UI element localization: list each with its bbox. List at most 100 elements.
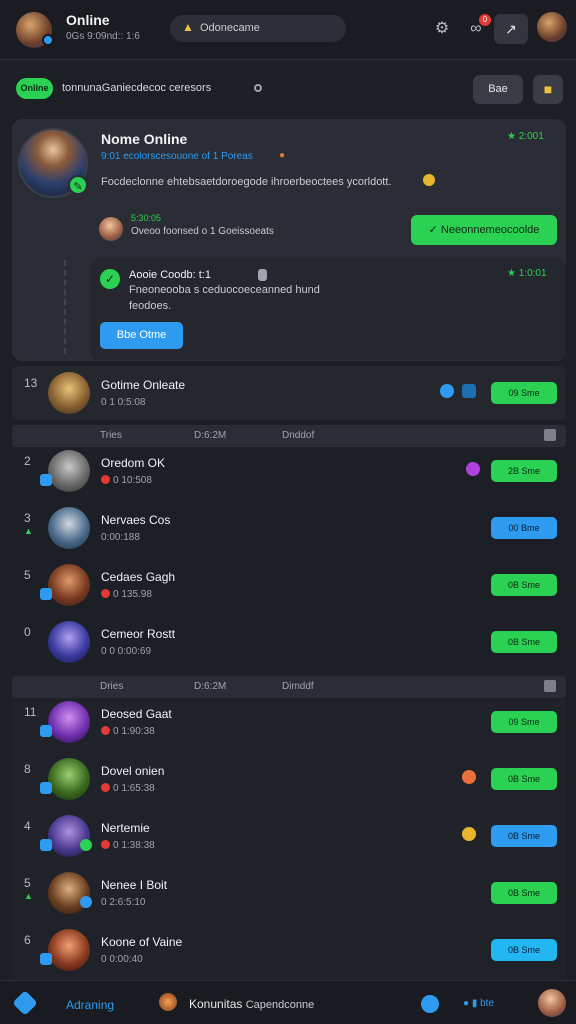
row-name: Cemeor Rostt (101, 627, 176, 641)
row-rank: 4 (24, 819, 31, 833)
profile-stat-value: 2:001 (518, 131, 544, 142)
fire-icon: ● (279, 150, 286, 161)
coin-icon (462, 827, 476, 841)
row-meta: 0 10:508 (101, 475, 152, 486)
mini-text: Oveoo foonsed o 1 Goeissoeats (131, 226, 274, 237)
row-action-button[interactable]: 00 Bme (491, 517, 557, 539)
status-dot-icon (101, 589, 110, 598)
verified-badge-icon (80, 896, 92, 908)
row-meta: 0 1 0:5:08 (101, 397, 146, 408)
col-header-3: Dnddof (282, 430, 315, 441)
trend-up-icon: ▲ (24, 891, 33, 901)
lock-icon[interactable]: ■ (533, 75, 563, 104)
col-header-3: Dimddf (282, 681, 314, 692)
post-title: Aooie Coodb: t:1 (129, 269, 211, 281)
table-row[interactable]: 5 Cedaes Gagh 0 135.98 0B Sme (12, 558, 566, 612)
user-avatar-bottom[interactable] (538, 989, 566, 1017)
table-row[interactable]: 4 Nertemie 0 1:38:38 0B Sme (12, 809, 566, 863)
col-header-2: D:6:2M (194, 430, 227, 441)
row-meta: 0 2:6:5:10 (101, 897, 146, 908)
community-label[interactable]: Konunitas Capendconne (189, 997, 314, 1011)
verified-badge-icon (40, 588, 52, 600)
status-dot-icon (101, 726, 110, 735)
col-header-1: Dries (100, 681, 124, 692)
table-row[interactable]: 2 Oredom OK 0 10:508 2B Sme (12, 444, 566, 498)
community-title: Konunitas (189, 997, 243, 1011)
search-pill[interactable]: ▲ Odonecame (170, 15, 346, 42)
table-row[interactable]: 11 Deosed Gaat 0 1:90:38 09 Sme (12, 695, 566, 749)
row-action-button[interactable]: 0B Sme (491, 574, 557, 596)
info-icon[interactable] (254, 84, 262, 92)
bottom-nav-label[interactable]: Adraning (66, 998, 114, 1012)
chat-icon[interactable] (421, 995, 439, 1013)
row-name: Koone of Vaine (101, 935, 183, 949)
expand-button[interactable]: ↗ (494, 14, 528, 44)
gear-icon[interactable]: ⚙ (430, 17, 454, 41)
user-avatar[interactable] (537, 12, 567, 42)
row-rank: 8 (24, 762, 31, 776)
table-row[interactable]: 3 ▲ Nervaes Cos 0:00:188 00 Bme (12, 501, 566, 555)
search-pill-label: Odonecame (200, 22, 260, 34)
row-avatar (48, 372, 90, 414)
gem-icon (466, 462, 480, 476)
status-dot-icon (101, 783, 110, 792)
status-dot-icon (101, 475, 110, 484)
sort-icon[interactable] (544, 680, 556, 692)
profile-tagline[interactable]: 9:01 ecolorscesouone of 1 Poreas (101, 151, 253, 162)
row-meta: 0 135.98 (101, 589, 152, 600)
row-name: Deosed Gaat (101, 707, 172, 721)
row-avatar (48, 564, 90, 606)
profile-stat: ★ 2:001 (507, 131, 544, 142)
trend-up-icon: ▲ (24, 526, 33, 536)
subbar-text: tonnunaGaniecdecoc ceresors (62, 82, 212, 94)
row-meta: 0 1:65:38 (101, 783, 155, 794)
mini-time: 5:30:05 (131, 213, 162, 223)
row-action-button[interactable]: 0B Sme (491, 825, 557, 847)
row-rank: 13 (24, 376, 38, 390)
row-meta: 0 1:90:38 (101, 726, 155, 737)
row-action-button[interactable]: 2B Sme (491, 460, 557, 482)
profile-description: Focdeclonne ehtebsaetdoroegode ihroerbeo… (101, 176, 392, 188)
row-action-button[interactable]: 09 Sme (491, 382, 557, 404)
verified-badge-icon (40, 474, 52, 486)
row-meta-text: 0 1:90:38 (113, 726, 155, 737)
share-icon[interactable] (462, 384, 476, 398)
verified-badge-icon (40, 839, 52, 851)
subbar-button[interactable]: Bae (473, 75, 523, 104)
page-subtitle: 0Gs 9:09nd:: 1:6 (66, 31, 140, 42)
row-action-button[interactable]: 09 Sme (491, 711, 557, 733)
stats-label[interactable]: ● ▮ bte (463, 998, 494, 1009)
sort-icon[interactable] (544, 429, 556, 441)
community-avatar[interactable] (159, 993, 177, 1011)
primary-action-button[interactable]: ✓ Neeonnemeocoolde (411, 215, 557, 245)
row-action-button[interactable]: 0B Sme (491, 631, 557, 653)
table-row[interactable]: 8 Dovel onien 0 1:65:38 0B Sme (12, 752, 566, 806)
mini-avatar[interactable] (99, 217, 123, 241)
post-line-1: Fneoneooba s ceduocoeceanned hund (129, 284, 320, 296)
table-row[interactable]: 6 Koone of Vaine 0 0:00:40 0B Sme (12, 923, 566, 977)
row-name: Cedaes Gagh (101, 570, 176, 584)
online-dot-icon (80, 839, 92, 851)
table-row[interactable]: 13 Gotime Onleate 0 1 0:5:08 09 Sme (12, 366, 566, 420)
verified-badge-icon (40, 782, 52, 794)
flame-icon (462, 770, 476, 784)
col-header-2: D:6:2M (194, 681, 227, 692)
row-avatar (48, 929, 90, 971)
row-rank: 5 (24, 568, 31, 582)
row-action-button[interactable]: 0B Sme (491, 939, 557, 961)
row-rank: 6 (24, 933, 31, 947)
online-status-pill[interactable]: Online (16, 78, 53, 99)
community-subtitle: Capendconne (245, 999, 315, 1011)
row-meta: 0 1:38:38 (101, 840, 155, 851)
edit-icon[interactable]: ✎ (68, 175, 88, 195)
timeline-divider (64, 260, 66, 354)
table-row[interactable]: 0 Cemeor Rostt 0 0 0:00:69 0B Sme (12, 615, 566, 669)
row-action-button[interactable]: 0B Sme (491, 882, 557, 904)
lock-small-icon (258, 269, 267, 281)
post-button[interactable]: Bbe Otme (100, 322, 183, 349)
table-row[interactable]: 5 ▲ Nenee I Boit 0 2:6:5:10 0B Sme (12, 866, 566, 920)
coin-icon (423, 174, 435, 186)
row-action-button[interactable]: 0B Sme (491, 768, 557, 790)
row-name: Dovel onien (101, 764, 165, 778)
row-avatar (48, 621, 90, 663)
